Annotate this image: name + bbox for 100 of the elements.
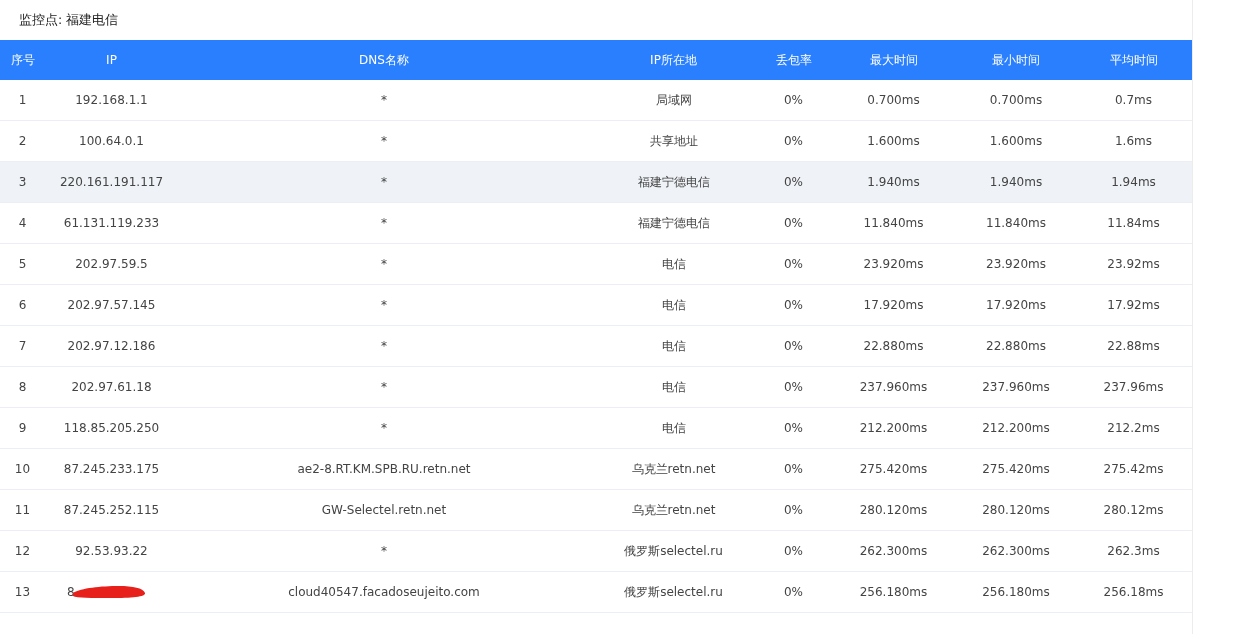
table-cell-text: 5 <box>18 256 27 273</box>
table-cell-text: 0.700ms <box>989 92 1043 109</box>
table-cell-text: * <box>381 215 387 232</box>
table-cell-text: 1 <box>18 92 27 109</box>
table-cell-text: 92.53.93.22 <box>75 543 148 560</box>
column-header: 平均时间 <box>1109 52 1158 69</box>
table-cell-text: 乌克兰retn.net <box>631 502 716 519</box>
table-cell-text: * <box>381 256 387 273</box>
table-cell-text: * <box>381 92 387 109</box>
table-cell-text: 275.420ms <box>859 461 928 478</box>
table-cell-text: 0% <box>783 379 803 396</box>
table-cell-text: 俄罗斯selectel.ru <box>624 584 723 601</box>
table-cell-text: 电信 <box>661 256 686 273</box>
table-cell-text: 17.920ms <box>863 297 924 314</box>
table-cell-text: GW-Selectel.retn.net <box>321 502 447 519</box>
table-cell-text: 乌克兰retn.net <box>631 461 716 478</box>
table-cell-text: 7 <box>18 338 27 355</box>
table-cell-text: 4 <box>18 215 27 232</box>
table-cell-text: 0.7ms <box>1115 92 1152 109</box>
table-cell-text: 237.960ms <box>982 379 1050 396</box>
table-cell-text: 1.94ms <box>1111 174 1156 191</box>
table-cell-text: 11.84ms <box>1107 215 1160 232</box>
table-cell-text: 23.92ms <box>1107 256 1160 273</box>
column-header: IP所在地 <box>650 52 697 69</box>
table-cell-text: 11.840ms <box>863 215 924 232</box>
table-cell-text: 87.245.252.115 <box>63 502 160 519</box>
table-cell-text: 22.880ms <box>986 338 1046 355</box>
table-cell-text: 100.64.0.1 <box>79 133 144 150</box>
table-cell-text: 0.700ms <box>867 92 920 109</box>
table-cell-text: 福建宁德电信 <box>637 174 710 191</box>
table-cell-text: 118.85.205.250 <box>63 420 160 437</box>
table-cell-text: 1.600ms <box>867 133 920 150</box>
table-cell-text: 13 <box>14 584 31 601</box>
table-cell-text: 256.180ms <box>859 584 928 601</box>
table-cell-text: 202.97.12.186 <box>67 338 156 355</box>
table-cell-text: 17.92ms <box>1107 297 1160 314</box>
table-cell-text: 280.120ms <box>982 502 1050 519</box>
table-cell-text: 23.920ms <box>863 256 924 273</box>
table-cell-text: 237.96ms <box>1103 379 1164 396</box>
column-header: 序号 <box>10 52 35 69</box>
table-cell-text: * <box>381 133 387 150</box>
table-cell-text: 0% <box>783 338 803 355</box>
table-cell-text: 0% <box>783 420 803 437</box>
table-cell-text: 212.2ms <box>1107 420 1160 437</box>
table-cell-text: 256.180ms <box>982 584 1050 601</box>
table-cell-text: 电信 <box>661 338 686 355</box>
table-cell-text: 0% <box>783 256 803 273</box>
table-cell-text: 0% <box>783 297 803 314</box>
table-cell-text: 0% <box>783 461 803 478</box>
table-cell-text: 87.245.233.175 <box>63 461 160 478</box>
column-header: 最大时间 <box>869 52 918 69</box>
table-cell-text: 17.920ms <box>986 297 1046 314</box>
table-cell-text: 256.18ms <box>1103 584 1164 601</box>
column-header: 最小时间 <box>992 52 1040 69</box>
table-cell-text: 1.940ms <box>867 174 920 191</box>
table-cell-text: 0% <box>783 133 803 150</box>
table-cell-text: 11.840ms <box>986 215 1046 232</box>
table-cell-text: 262.300ms <box>982 543 1050 560</box>
table-cell-text: 1.600ms <box>989 133 1043 150</box>
table-cell-text: 9 <box>18 420 27 437</box>
table-cell-text: * <box>381 174 387 191</box>
table-cell-text: 0% <box>783 543 803 560</box>
table-cell-text: 275.420ms <box>982 461 1050 478</box>
table-cell-text: 1.940ms <box>989 174 1043 191</box>
table-cell-text: 23.920ms <box>986 256 1046 273</box>
table-cell-text: 11 <box>14 502 31 519</box>
table-cell-text: 共享地址 <box>649 133 698 150</box>
table-cell-text: 1.6ms <box>1115 133 1152 150</box>
table-cell-text: 212.200ms <box>859 420 928 437</box>
table-cell-text: 局域网 <box>655 92 692 109</box>
table-cell-text: 262.3ms <box>1107 543 1160 560</box>
table-cell-text: 电信 <box>661 297 686 314</box>
column-header: IP <box>106 52 117 69</box>
table-cell-text: * <box>381 338 387 355</box>
table-cell-text: 0% <box>783 174 803 191</box>
table-cell-text: 22.88ms <box>1107 338 1160 355</box>
table-cell-text: 22.880ms <box>863 338 924 355</box>
table-cell-text: 212.200ms <box>982 420 1050 437</box>
table-cell-text: 0% <box>783 502 803 519</box>
table-cell-text: 6 <box>18 297 27 314</box>
table-cell-text: 10 <box>14 461 31 478</box>
table-cell-text: ae2-8.RT.KM.SPB.RU.retn.net <box>297 461 471 478</box>
table-cell-text: 262.300ms <box>859 543 928 560</box>
table-cell-text: 202.97.57.145 <box>67 297 156 314</box>
table-cell-text: 0% <box>783 215 803 232</box>
monitor-point-title: 监控点: 福建电信 <box>19 10 119 29</box>
table-cell-text: * <box>381 420 387 437</box>
table-cell-text: 192.168.1.1 <box>75 92 148 109</box>
table-cell-text: 202.97.59.5 <box>75 256 148 273</box>
table-cell-text: 俄罗斯selectel.ru <box>624 543 723 560</box>
table-cell-text: 280.120ms <box>859 502 928 519</box>
table-cell-text: 电信 <box>661 420 686 437</box>
table-cell-text: 0% <box>783 92 803 109</box>
table-cell-text: 12 <box>14 543 31 560</box>
table-cell-text: 8 <box>18 379 27 396</box>
column-header: 丢包率 <box>775 52 812 69</box>
column-header: DNS名称 <box>359 52 409 69</box>
table-cell-text: 福建宁德电信 <box>637 215 710 232</box>
table-cell-text: * <box>381 543 387 560</box>
table-cell-text: 202.97.61.18 <box>71 379 152 396</box>
